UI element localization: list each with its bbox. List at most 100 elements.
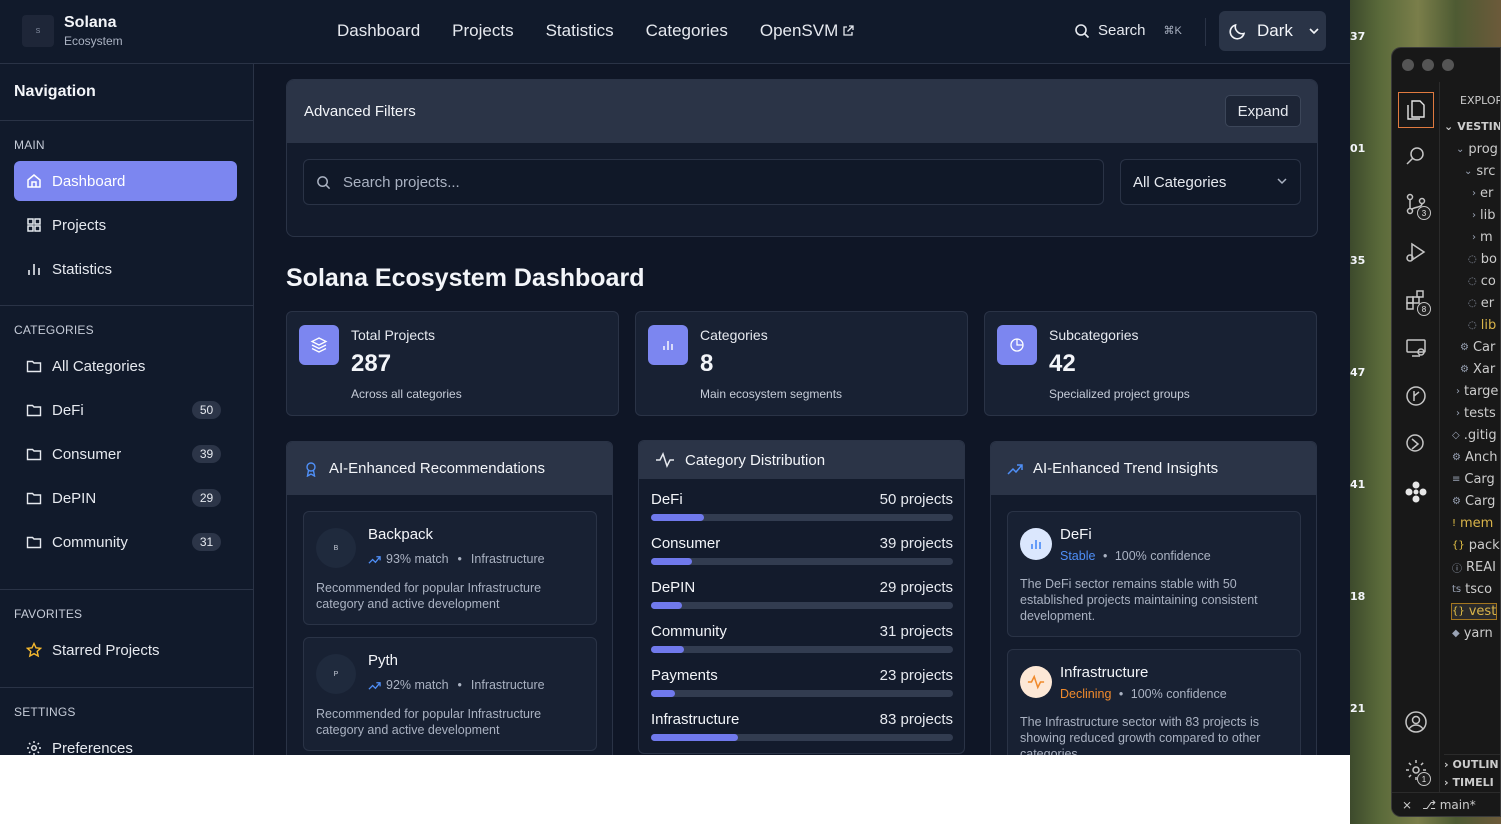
tree-item[interactable]: ◇ .gitig <box>1452 428 1497 443</box>
separator-dot: • <box>1102 549 1108 563</box>
sidebar: Navigation MAIN Dashboard Projects Stati… <box>0 64 254 755</box>
sidebar-item-starred[interactable]: Starred Projects <box>14 630 237 670</box>
tree-item[interactable]: ≡ Carg <box>1452 472 1495 487</box>
nav-opensvm-label: OpenSVM <box>759 21 839 40</box>
timeline-label: TIMELI <box>1452 776 1494 789</box>
nav-statistics[interactable]: Statistics <box>546 21 614 41</box>
testing-icon[interactable] <box>1404 432 1428 456</box>
sidebar-item-community[interactable]: Community 31 <box>14 522 237 562</box>
distribution-title: Category Distribution <box>685 451 826 469</box>
file-label: tests <box>1464 406 1496 421</box>
sidebar-item-label: Statistics <box>52 260 113 278</box>
tree-item[interactable]: ⌄ prog <box>1456 142 1498 157</box>
sidebar-item-projects[interactable]: Projects <box>14 205 237 245</box>
nav-opensvm[interactable]: OpenSVM <box>760 21 854 41</box>
tree-item[interactable]: ! mem <box>1452 516 1493 531</box>
tree-item[interactable]: ⚙ Xar <box>1460 362 1495 377</box>
expand-button[interactable]: Expand <box>1225 95 1301 127</box>
recommendation-card[interactable]: B Backpack 93% match • Infrastructure Re… <box>303 511 597 625</box>
tree-item[interactable]: ⌄ src <box>1464 164 1495 179</box>
tree-item[interactable]: ◌ lib <box>1468 318 1496 333</box>
project-name: Pyth <box>368 652 399 669</box>
sidebar-item-consumer[interactable]: Consumer 39 <box>14 434 237 474</box>
tree-item[interactable]: ⓘ REAI <box>1452 560 1496 575</box>
theme-dropdown[interactable]: Dark <box>1219 11 1326 51</box>
account-icon[interactable] <box>1404 710 1428 734</box>
project-count: 23 projects <box>879 667 953 684</box>
sidebar-item-all-categories[interactable]: All Categories <box>14 346 237 386</box>
category-select[interactable]: All Categories <box>1120 159 1301 205</box>
separator-dot: • <box>457 552 462 566</box>
tree-item[interactable]: ◌ co <box>1468 274 1496 289</box>
tree-item[interactable]: › m <box>1472 230 1493 245</box>
window-maximize-button[interactable] <box>1442 59 1454 71</box>
background-number: 37 <box>1350 30 1366 43</box>
sidebar-divider <box>0 589 254 590</box>
file-label: tsco <box>1465 582 1493 597</box>
file-label: Car <box>1472 340 1496 355</box>
run-debug-icon[interactable] <box>1404 240 1428 264</box>
explorer-icon[interactable] <box>1398 92 1434 128</box>
search-button[interactable]: Search ⌘K <box>1074 22 1182 39</box>
search-icon[interactable] <box>1404 144 1428 168</box>
sidebar-item-depin[interactable]: DePIN 29 <box>14 478 237 518</box>
nav-categories[interactable]: Categories <box>646 21 728 41</box>
top-nav: Dashboard Projects Statistics Categories… <box>337 21 854 41</box>
file-label: Carg <box>1464 494 1496 509</box>
stat-sub: Across all categories <box>351 387 462 401</box>
sidebar-item-label: DeFi <box>52 401 84 419</box>
sidebar-title: Navigation <box>14 83 96 100</box>
tree-item[interactable]: ts tsco <box>1452 582 1492 597</box>
flower-icon[interactable] <box>1404 480 1428 504</box>
tree-item[interactable]: {} vest <box>1450 603 1498 620</box>
sidebar-item-preferences[interactable]: Preferences <box>14 728 237 755</box>
progress-fill <box>651 734 738 741</box>
remote-icon[interactable]: ⨯ <box>1402 798 1412 812</box>
trend-card[interactable]: DeFi Stable • 100% confidence The DeFi s… <box>1007 511 1301 637</box>
remote-explorer-icon[interactable] <box>1404 336 1428 360</box>
recommendation-card[interactable]: P Pyth 92% match • Infrastructure Recomm… <box>303 637 597 751</box>
nav-projects[interactable]: Projects <box>452 21 513 41</box>
search-projects-input[interactable]: Search projects... <box>303 159 1104 205</box>
tree-item[interactable]: ◌ er <box>1468 296 1494 311</box>
background-number: 35 <box>1350 254 1366 267</box>
tree-item[interactable]: ◌ bo <box>1468 252 1497 267</box>
tree-item[interactable]: ⚙ Anch <box>1452 450 1498 465</box>
tree-item[interactable]: › er <box>1472 186 1493 201</box>
timeline-section[interactable]: › TIMELI <box>1444 776 1494 789</box>
outline-section[interactable]: › OUTLIN <box>1444 754 1500 771</box>
sidebar-item-dashboard[interactable]: Dashboard <box>14 161 237 201</box>
window-minimize-button[interactable] <box>1422 59 1434 71</box>
sidebar-item-defi[interactable]: DeFi 50 <box>14 390 237 430</box>
folder-icon <box>26 360 42 373</box>
tree-item[interactable]: › targe <box>1456 384 1498 399</box>
tree-item[interactable]: ◆ yarn <box>1452 626 1493 641</box>
trend-card[interactable]: Infrastructure Declining • 100% confiden… <box>1007 649 1301 755</box>
nav-dashboard[interactable]: Dashboard <box>337 21 420 41</box>
workspace-root[interactable]: ⌄ VESTIN <box>1444 120 1500 133</box>
category-name: Infrastructure <box>651 711 740 728</box>
window-close-button[interactable] <box>1402 59 1414 71</box>
file-label: targe <box>1464 384 1499 399</box>
tree-item[interactable]: › lib <box>1472 208 1495 223</box>
top-bar: S Solana Ecosystem Dashboard Projects St… <box>0 0 1350 64</box>
chevron-right-icon: › <box>1444 758 1449 771</box>
branch-indicator[interactable]: ⎇ main* <box>1422 798 1476 812</box>
sidebar-item-label: All Categories <box>52 357 146 375</box>
tree-item[interactable]: › tests <box>1456 406 1496 421</box>
filters-title: Advanced Filters <box>304 103 416 120</box>
logo[interactable]: S <box>22 15 54 47</box>
tree-item[interactable]: ⚙ Car <box>1460 340 1495 355</box>
tree-item[interactable]: {} pack <box>1452 538 1500 553</box>
tree-item[interactable]: ⚙ Carg <box>1452 494 1495 509</box>
activity-icon <box>1020 666 1052 698</box>
sidebar-item-statistics[interactable]: Statistics <box>14 249 237 289</box>
project-category: Infrastructure <box>470 552 545 566</box>
stat-card-subcategories: Subcategories 42 Specialized project gro… <box>984 311 1317 416</box>
file-label: Anch <box>1464 450 1498 465</box>
git-graph-icon[interactable] <box>1404 384 1428 408</box>
file-icon: ! <box>1452 518 1457 529</box>
trend-status: Stable <box>1060 549 1096 563</box>
trend-meta: Stable • 100% confidence <box>1060 549 1211 563</box>
file-label: prog <box>1468 142 1498 157</box>
